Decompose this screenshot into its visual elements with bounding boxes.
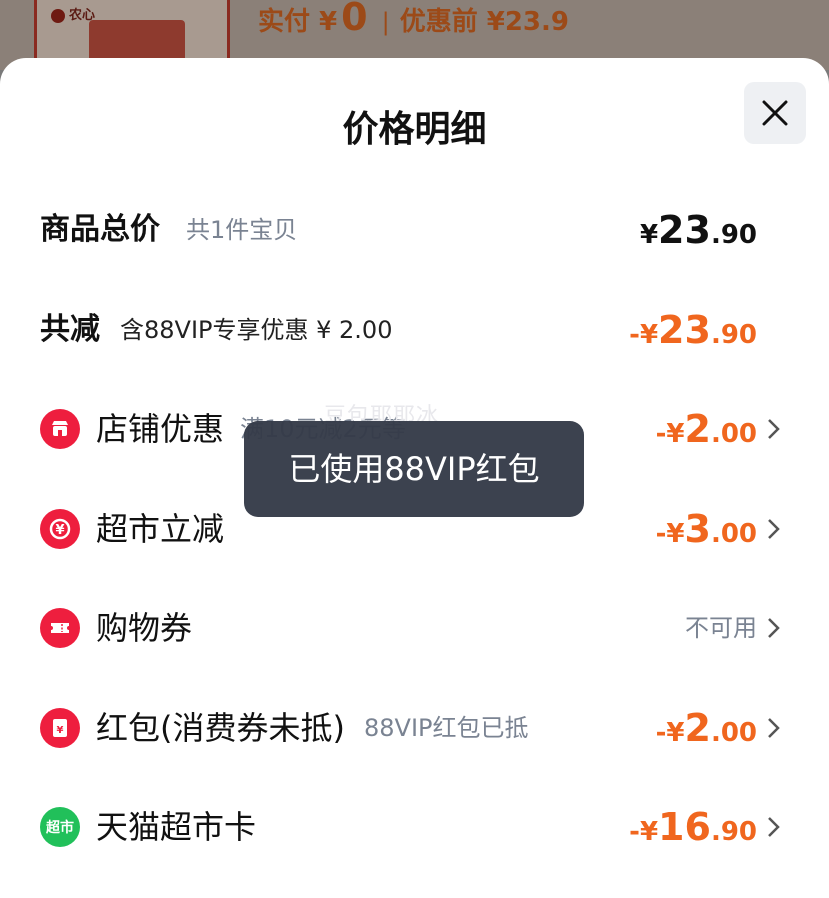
vip-discount-note: 含88VIP专享优惠 ¥ 2.00 (120, 316, 393, 344)
total-price-label: 商品总价 (40, 212, 160, 247)
red-envelope-row[interactable]: ¥ 红包(消费券未抵) 88VIP红包已抵 -¥2.00 (0, 698, 829, 758)
chevron-right-icon (768, 618, 780, 638)
paid-price-summary: 实付 ¥0 | 优惠前 ¥23.9 (258, 0, 569, 39)
chevron-right-icon (768, 718, 780, 738)
tmall-supermarket-icon: 超市 (40, 807, 80, 847)
svg-text:¥: ¥ (57, 725, 64, 736)
ticket-icon (40, 608, 80, 648)
store-icon (40, 409, 80, 449)
close-button[interactable] (744, 82, 806, 144)
tmall-card-row[interactable]: 超市 天猫超市卡 -¥16.90 (0, 797, 829, 857)
yen-refresh-icon: ¥ (40, 509, 80, 549)
total-reduction-value: -¥23.90 (629, 308, 757, 352)
store-discount-value: -¥2.00 (655, 407, 757, 451)
store-discount-label: 店铺优惠 (96, 410, 225, 448)
total-reduction-row: 共减 含88VIP专享优惠 ¥ 2.00 -¥23.90 (0, 300, 829, 360)
tmall-card-value: -¥16.90 (629, 805, 757, 849)
svg-text:¥: ¥ (55, 523, 64, 538)
supermarket-reduction-label: 超市立减 (96, 510, 225, 548)
sheet-title: 价格明细 (342, 109, 487, 150)
product-package-image (89, 20, 185, 60)
shopping-coupon-row[interactable]: 购物券 不可用 (0, 598, 829, 658)
shopping-coupon-label: 购物券 (96, 609, 193, 647)
red-envelope-value: -¥2.00 (655, 706, 757, 750)
total-price-row: 商品总价 共1件宝贝 ¥23.90 (0, 200, 829, 260)
product-thumbnail: 农心 (34, 0, 230, 60)
total-reduction-label: 共减 (40, 312, 100, 347)
chevron-right-icon (768, 419, 780, 439)
total-item-count: 共1件宝贝 (186, 216, 298, 244)
total-price-value: ¥23.90 (639, 208, 757, 252)
red-envelope-label: 红包(消费券未抵) (96, 709, 345, 747)
red-envelope-icon: ¥ (40, 708, 80, 748)
close-icon (762, 100, 788, 126)
red-envelope-note: 88VIP红包已抵 (364, 714, 529, 742)
tmall-card-label: 天猫超市卡 (96, 808, 257, 846)
toast-message: 已使用88VIP红包 (244, 421, 584, 517)
brand-logo: 农心 (51, 4, 95, 23)
chevron-right-icon (768, 519, 780, 539)
supermarket-reduction-value: -¥3.00 (655, 507, 757, 551)
chevron-right-icon (768, 817, 780, 837)
coupon-status: 不可用 (685, 614, 757, 642)
